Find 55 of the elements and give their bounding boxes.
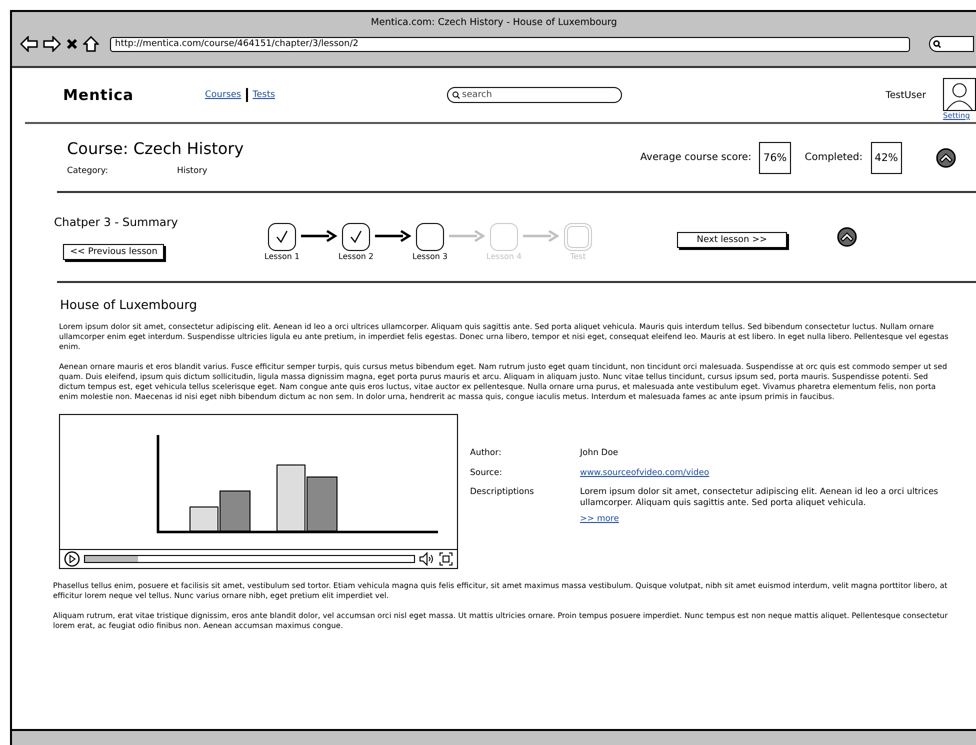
step-label: Lesson 2 <box>338 252 374 261</box>
search-field[interactable]: search <box>447 87 622 103</box>
nav-link[interactable]: Courses <box>205 90 242 100</box>
collapse-icon[interactable] <box>936 148 956 168</box>
forward-icon[interactable] <box>43 36 61 52</box>
step-label: Lesson 3 <box>412 252 448 261</box>
meta-label: Descriptiptions <box>470 487 535 499</box>
window-title: Mentica.com: Czech History - House of Luxembourg <box>370 16 618 30</box>
chart-bar <box>306 476 338 532</box>
step-label: Lesson 1 <box>264 252 300 261</box>
close-icon[interactable] <box>66 38 78 50</box>
score-value: 76% <box>759 142 791 174</box>
back-icon[interactable] <box>20 36 38 52</box>
chapter-title: Chatper 3 - Summary <box>54 214 179 228</box>
completed-label: Completed: <box>804 152 863 163</box>
collapse-icon[interactable] <box>837 227 857 247</box>
play-icon[interactable] <box>64 551 80 567</box>
step-checkbox[interactable] <box>268 223 296 251</box>
volume-icon[interactable] <box>419 552 435 566</box>
search-icon <box>933 40 941 48</box>
previous-lesson-button[interactable]: << Previous lesson <box>63 244 164 260</box>
check-icon <box>349 230 363 244</box>
step-checkbox[interactable] <box>416 223 444 251</box>
avatar-icon[interactable] <box>943 78 976 111</box>
article-heading: House of Luxembourg <box>60 297 198 312</box>
course-title: Course: Czech History <box>67 139 244 158</box>
fullscreen-icon[interactable] <box>439 552 453 566</box>
video-player[interactable] <box>59 414 458 569</box>
meta-label: Source: <box>470 468 504 478</box>
search-icon <box>452 91 460 99</box>
meta-value: Lorem ipsum dolor sit amet, consectetur adipiscing elit. Aenean id leo a orci ultrices ullamcorper. Aliquam quis sagittis ante. Sed porta aliquet vehicula. <box>580 487 940 509</box>
score-label: Average course score: <box>640 152 752 163</box>
arrow-icon <box>447 229 487 243</box>
url-field[interactable]: http://mentica.com/course/464151/chapter/3/lesson/2 <box>110 36 910 52</box>
step-label: Test <box>570 252 586 261</box>
nav-link[interactable]: Tests <box>252 90 276 100</box>
home-icon[interactable] <box>83 36 99 52</box>
category-value: History <box>177 166 208 176</box>
chart-bar <box>276 464 306 532</box>
browser-search-field[interactable] <box>929 36 974 52</box>
completed-value: 42% <box>870 142 902 174</box>
source-link[interactable]: www.sourceofvideo.com/video <box>580 468 940 478</box>
user-name: TestUser <box>886 90 926 100</box>
meta-value: John Doe <box>580 448 620 459</box>
next-lesson-button[interactable]: Next lesson >> <box>677 232 787 248</box>
category-label: Category: <box>67 166 110 176</box>
step-label: Lesson 4 <box>486 252 522 261</box>
logo[interactable]: Mentica <box>63 86 205 104</box>
arrow-icon <box>521 229 561 243</box>
more-link[interactable]: >> more <box>580 514 940 524</box>
meta-label: Author: <box>470 448 502 459</box>
arrow-icon <box>373 229 413 243</box>
check-icon <box>275 230 289 244</box>
arrow-icon <box>299 229 339 243</box>
step-checkbox[interactable] <box>342 223 370 251</box>
